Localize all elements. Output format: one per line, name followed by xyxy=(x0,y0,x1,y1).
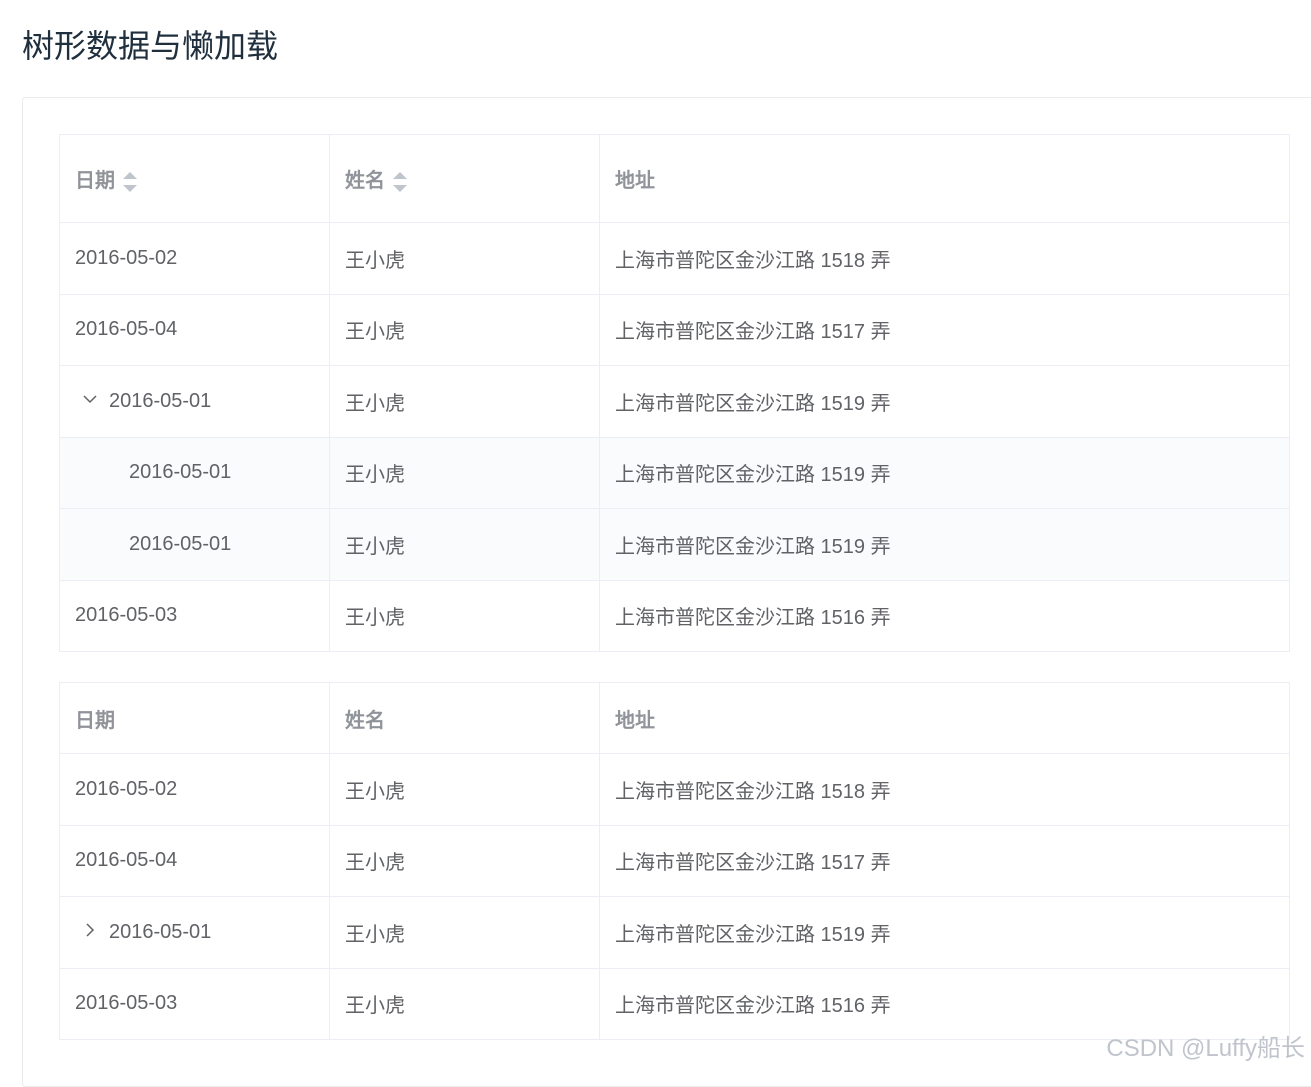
cell-date: 2016-05-01 xyxy=(60,437,330,509)
table-row-expanded: 2016-05-01 王小虎 上海市普陀区金沙江路 1519 弄 xyxy=(60,366,1290,438)
header-address-label: 地址 xyxy=(615,170,655,192)
cell-name: 王小虎 xyxy=(330,223,600,295)
table-header-row: 日期 姓名 地址 xyxy=(60,683,1290,754)
sort-caret-icon[interactable] xyxy=(123,171,137,193)
cell-date: 2016-05-02 xyxy=(60,223,330,295)
cell-date: 2016-05-01 xyxy=(60,366,330,438)
cell-date: 2016-05-04 xyxy=(60,825,330,897)
header-date-label: 日期 xyxy=(75,170,115,192)
cell-name: 王小虎 xyxy=(330,509,600,581)
cell-date: 2016-05-01 xyxy=(60,897,330,969)
cell-date: 2016-05-03 xyxy=(60,580,330,652)
cell-date: 2016-05-03 xyxy=(60,968,330,1040)
header-name: 姓名 xyxy=(330,683,600,754)
cell-address: 上海市普陀区金沙江路 1519 弄 xyxy=(600,509,1290,581)
cell-address: 上海市普陀区金沙江路 1519 弄 xyxy=(600,897,1290,969)
cell-address: 上海市普陀区金沙江路 1519 弄 xyxy=(600,366,1290,438)
header-name[interactable]: 姓名 xyxy=(330,135,600,223)
lazy-table: 日期 姓名 地址 2016-05-02 王小虎 上海市普陀区金沙江路 1518 … xyxy=(59,682,1290,1040)
cell-address: 上海市普陀区金沙江路 1518 弄 xyxy=(600,223,1290,295)
cell-address: 上海市普陀区金沙江路 1517 弄 xyxy=(600,825,1290,897)
table-header-row: 日期 姓名 地址 xyxy=(60,135,1290,223)
cell-name: 王小虎 xyxy=(330,366,600,438)
cell-name: 王小虎 xyxy=(330,968,600,1040)
header-address: 地址 xyxy=(600,683,1290,754)
cell-name: 王小虎 xyxy=(330,437,600,509)
table-row: 2016-05-02 王小虎 上海市普陀区金沙江路 1518 弄 xyxy=(60,754,1290,826)
chevron-right-icon[interactable] xyxy=(80,920,100,940)
chevron-down-icon[interactable] xyxy=(80,389,100,409)
cell-name: 王小虎 xyxy=(330,294,600,366)
cell-name: 王小虎 xyxy=(330,754,600,826)
header-date[interactable]: 日期 xyxy=(60,135,330,223)
cell-date-text: 2016-05-01 xyxy=(129,461,231,483)
cell-name: 王小虎 xyxy=(330,580,600,652)
watermark: CSDN @Luffy船长 xyxy=(1106,1028,1305,1063)
table-row-collapsed: 2016-05-01 王小虎 上海市普陀区金沙江路 1519 弄 xyxy=(60,897,1290,969)
cell-date: 2016-05-04 xyxy=(60,294,330,366)
cell-date-text: 2016-05-01 xyxy=(129,533,231,555)
table-row: 2016-05-03 王小虎 上海市普陀区金沙江路 1516 弄 xyxy=(60,968,1290,1040)
cell-date-text: 2016-05-01 xyxy=(109,921,211,943)
cell-address: 上海市普陀区金沙江路 1518 弄 xyxy=(600,754,1290,826)
table-row: 2016-05-04 王小虎 上海市普陀区金沙江路 1517 弄 xyxy=(60,825,1290,897)
cell-address: 上海市普陀区金沙江路 1517 弄 xyxy=(600,294,1290,366)
header-address: 地址 xyxy=(600,135,1290,223)
header-name-label: 姓名 xyxy=(345,170,385,192)
header-date: 日期 xyxy=(60,683,330,754)
table-row: 2016-05-04 王小虎 上海市普陀区金沙江路 1517 弄 xyxy=(60,294,1290,366)
cell-date: 2016-05-02 xyxy=(60,754,330,826)
cell-date: 2016-05-01 xyxy=(60,509,330,581)
table-child-row: 2016-05-01 王小虎 上海市普陀区金沙江路 1519 弄 xyxy=(60,509,1290,581)
cell-name: 王小虎 xyxy=(330,897,600,969)
cell-date-text: 2016-05-01 xyxy=(109,390,211,412)
cell-address: 上海市普陀区金沙江路 1516 弄 xyxy=(600,580,1290,652)
sort-caret-icon[interactable] xyxy=(393,171,407,193)
cell-address: 上海市普陀区金沙江路 1519 弄 xyxy=(600,437,1290,509)
cell-name: 王小虎 xyxy=(330,825,600,897)
page-title: 树形数据与懒加载 xyxy=(22,26,278,66)
table-row: 2016-05-02 王小虎 上海市普陀区金沙江路 1518 弄 xyxy=(60,223,1290,295)
table-row: 2016-05-03 王小虎 上海市普陀区金沙江路 1516 弄 xyxy=(60,580,1290,652)
table-child-row: 2016-05-01 王小虎 上海市普陀区金沙江路 1519 弄 xyxy=(60,437,1290,509)
tree-table: 日期 姓名 地址 2016-05-02 王小虎 上海市普陀区金沙江路 1518 … xyxy=(59,134,1290,652)
